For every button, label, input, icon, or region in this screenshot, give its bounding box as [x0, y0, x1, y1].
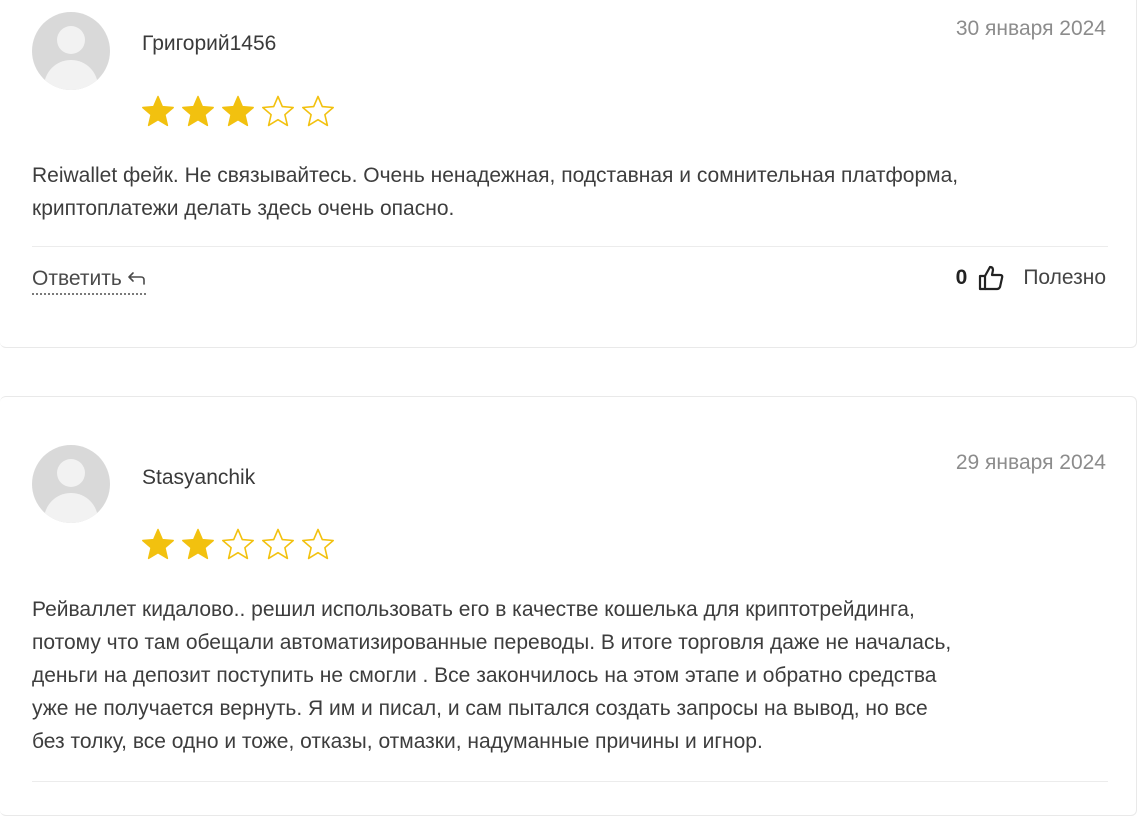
reply-label: Ответить: [32, 267, 122, 290]
review-author: Stasyanchik: [142, 466, 256, 489]
reply-button[interactable]: Ответить: [32, 267, 146, 295]
review-text-line: криптоплатежи делать здесь очень опасно.: [32, 197, 455, 220]
avatar: [32, 445, 110, 523]
review-text-line: деньги на депозит поступить не смогли . …: [32, 664, 937, 687]
likes-count: 0: [955, 266, 968, 289]
reply-arrow-icon: [127, 272, 145, 285]
star-empty-icon: [262, 528, 294, 560]
star-empty-icon: [302, 95, 334, 127]
star-rating: [140, 527, 336, 563]
review-date: 30 января 2024: [955, 17, 1106, 40]
avatar: [32, 12, 110, 90]
divider: [32, 781, 1108, 782]
star-filled-icon: [182, 95, 214, 127]
star-empty-icon: [262, 95, 294, 127]
divider: [32, 246, 1108, 247]
review-text: Reiwallet фейк. Не связывайтесь. Очень н…: [32, 159, 1112, 225]
star-filled-icon: [142, 528, 174, 560]
thumbs-up-icon[interactable]: [977, 264, 1005, 292]
review-card: Григорий1456 30 января 2024 Reiwallet фе…: [0, 0, 1137, 348]
review-text-line: Reiwallet фейк. Не связывайтесь. Очень н…: [32, 164, 959, 187]
star-filled-icon: [222, 95, 254, 127]
review-text-line: Рейваллет кидалово.. решил использовать …: [32, 598, 915, 621]
review-text: Рейваллет кидалово.. решил использовать …: [32, 593, 1112, 758]
review-text-line: уже не получается вернуть. Я им и писал,…: [32, 697, 928, 720]
star-rating: [140, 94, 336, 130]
helpful-button[interactable]: Полезно: [1023, 266, 1106, 290]
helpful-widget: 0 Полезно: [956, 264, 1106, 292]
star-filled-icon: [182, 528, 214, 560]
review-card: Stasyanchik 29 января 2024 Рейваллет кид…: [0, 396, 1137, 816]
review-author: Григорий1456: [142, 32, 277, 55]
review-text-line: потому что там обещали автоматизированны…: [32, 631, 952, 654]
star-empty-icon: [302, 528, 334, 560]
review-text-line: без толку, все одно и тоже, отказы, отма…: [32, 730, 763, 753]
review-date: 29 января 2024: [955, 451, 1106, 474]
star-filled-icon: [142, 95, 174, 127]
star-empty-icon: [222, 528, 254, 560]
